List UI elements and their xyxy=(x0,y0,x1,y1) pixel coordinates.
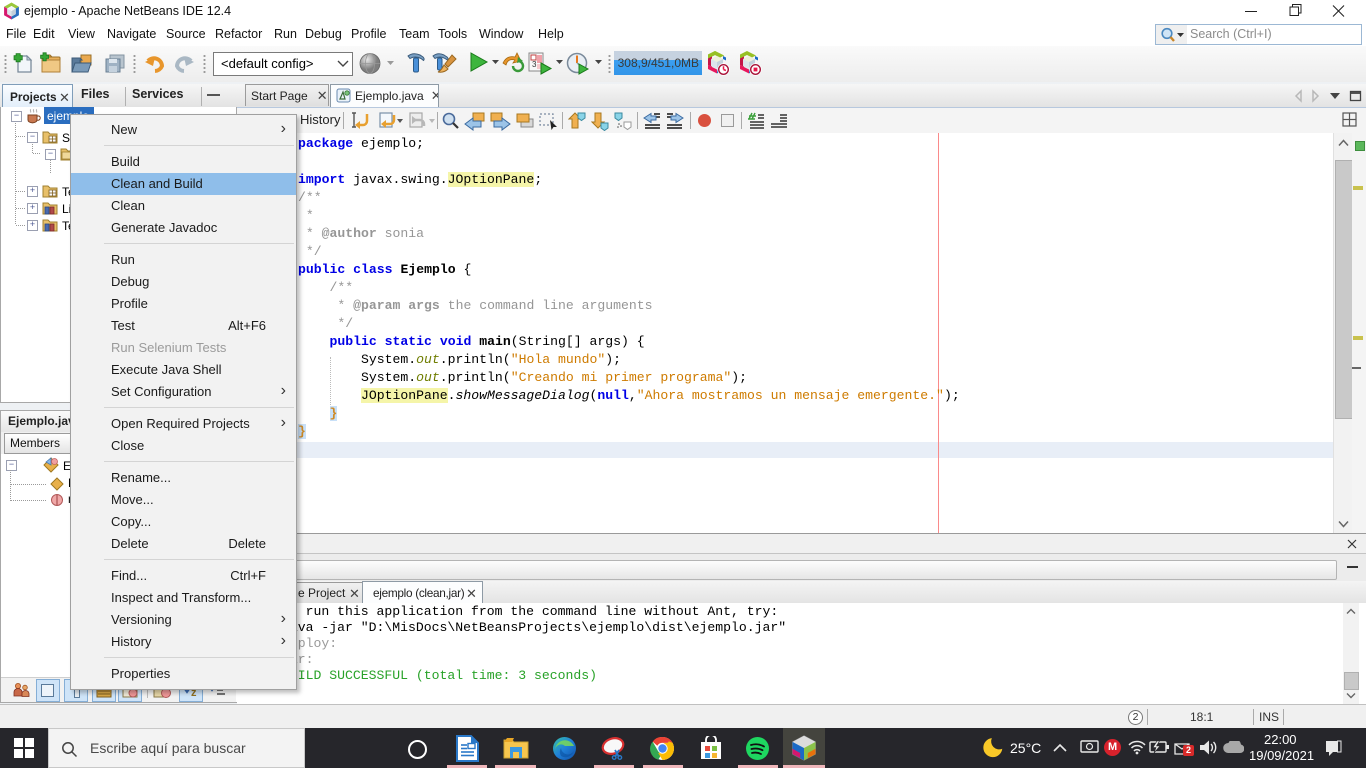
svg-text:3: 3 xyxy=(532,60,537,69)
